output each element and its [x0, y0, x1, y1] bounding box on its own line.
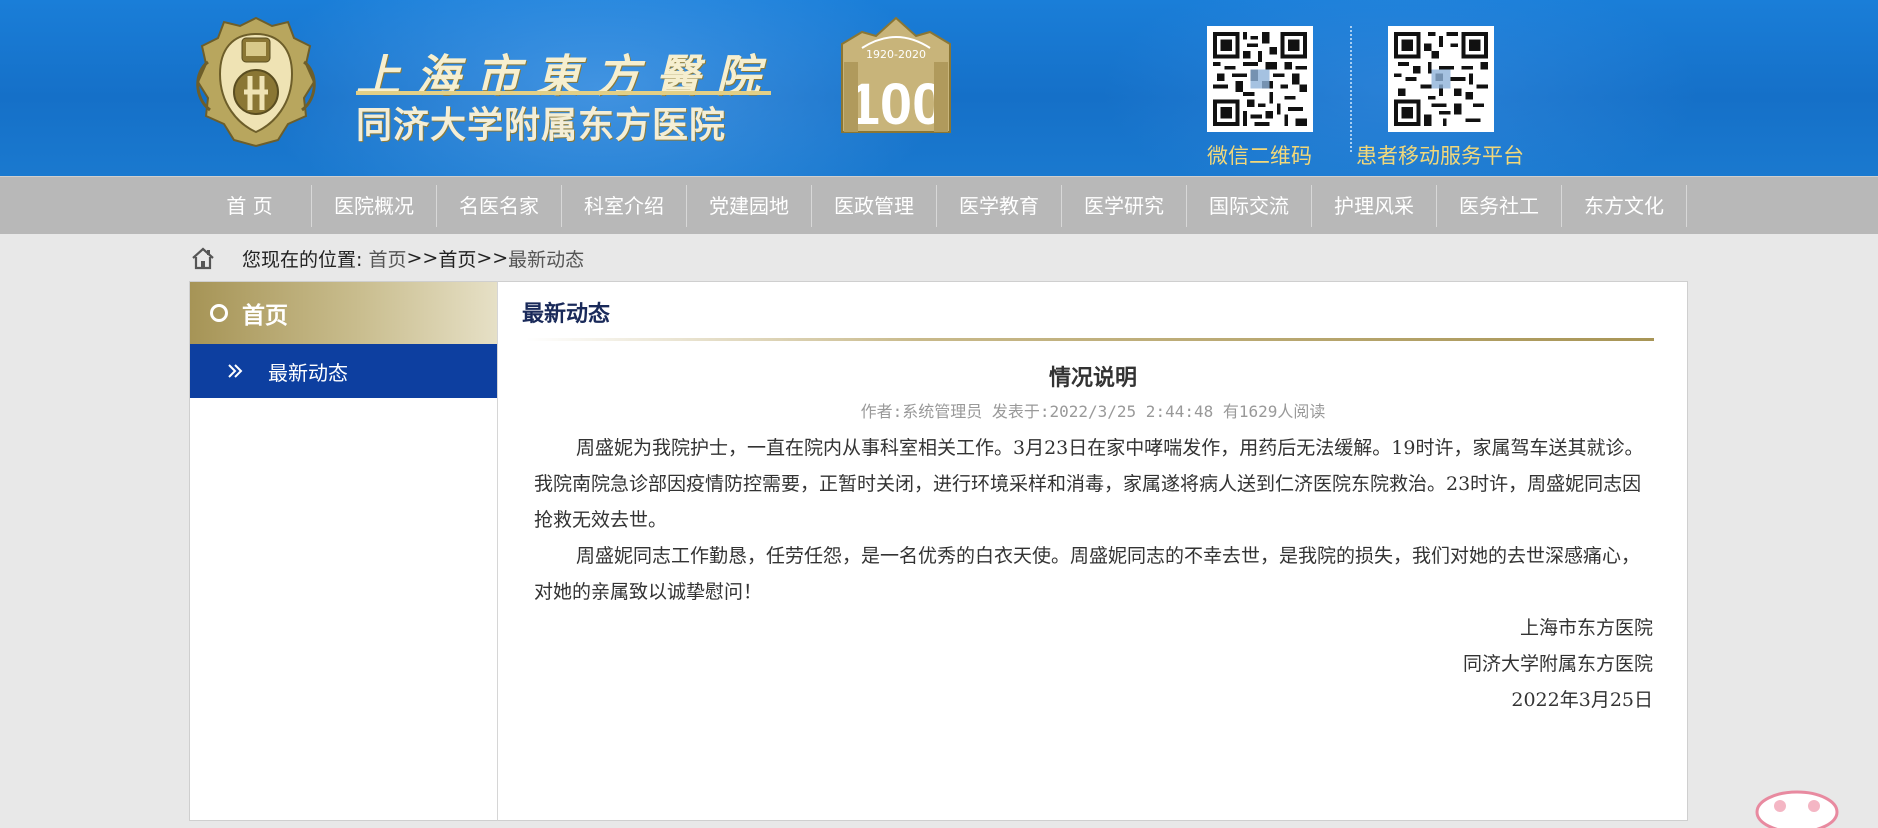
- sidebar-item-latest-news[interactable]: 最新动态: [190, 344, 497, 398]
- section-divider: [526, 338, 1654, 341]
- nav-item-medical-education[interactable]: 医学教育: [937, 185, 1062, 227]
- nav-item-dongfang-culture[interactable]: 东方文化: [1562, 185, 1687, 227]
- main-navigation-bar: 首 页 医院概况 名医名家 科室介绍 党建园地 医政管理 医学教育 医学研究 国…: [0, 176, 1878, 234]
- floating-widget-icon[interactable]: [1752, 788, 1842, 828]
- article-paragraph: 周盛妮同志工作勤恳，任劳任怨，是一名优秀的白衣天使。周盛妮同志的不幸去世，是我院…: [534, 545, 1641, 603]
- nav-item-medical-administration[interactable]: 医政管理: [812, 185, 937, 227]
- article-title: 情况说明: [1048, 365, 1137, 391]
- breadcrumb-separator: >>: [476, 247, 509, 269]
- breadcrumb: 您现在的位置: 首页 >> 首页 >> 最新动态: [190, 244, 584, 272]
- hospital-emblem-logo[interactable]: [188, 12, 324, 152]
- breadcrumb-separator: >>: [406, 247, 439, 269]
- sidebar-heading-label: 首页: [242, 303, 288, 329]
- hospital-name-affiliation: 同济大学附属东方医院: [356, 104, 727, 145]
- breadcrumb-prefix: 您现在的位置:: [242, 248, 363, 271]
- double-chevron-right-icon: [228, 364, 243, 378]
- nav-item-international-exchange[interactable]: 国际交流: [1187, 185, 1312, 227]
- article-panel: 最新动态 情况说明 作者:系统管理员 发表于:2022/3/25 2:44:48…: [498, 281, 1688, 821]
- patient-service-qr-label: 患者移动服务平台: [1356, 144, 1524, 168]
- sidebar-item-label: 最新动态: [268, 360, 348, 385]
- centennial-years: 1920-2020: [866, 48, 926, 61]
- nav-item-hospital-overview[interactable]: 医院概况: [312, 185, 437, 227]
- signature-date: 2022年3月25日: [1511, 689, 1653, 711]
- sidebar-heading: 首页: [190, 282, 497, 344]
- centennial-badge: 1920-2020 100: [841, 16, 951, 134]
- main-nav: 首 页 医院概况 名医名家 科室介绍 党建园地 医政管理 医学教育 医学研究 国…: [188, 185, 1687, 227]
- sidebar: 首页 最新动态: [189, 281, 498, 821]
- nav-item-medical-research[interactable]: 医学研究: [1062, 185, 1187, 227]
- nav-item-nursing[interactable]: 护理风采: [1312, 185, 1437, 227]
- nav-item-home[interactable]: 首 页: [188, 185, 312, 227]
- breadcrumb-level-1[interactable]: 首页: [438, 245, 476, 272]
- home-icon: [192, 247, 214, 270]
- site-header: 上海市東方醫院 同济大学附属东方医院 1920-2020 100 微信二维码 患…: [0, 0, 1878, 176]
- qr-divider: [1350, 26, 1352, 152]
- article-meta: 作者:系统管理员 发表于:2022/3/25 2:44:48 有1629人阅读: [860, 402, 1326, 421]
- wechat-qr-label: 微信二维码: [1207, 144, 1312, 168]
- section-title: 最新动态: [522, 302, 611, 327]
- patient-service-qr-code: [1388, 26, 1494, 132]
- article-paragraph: 周盛妮为我院护士，一直在院内从事科室相关工作。3月23日在家中哮喘发作，用药后无…: [534, 437, 1644, 531]
- breadcrumb-current[interactable]: 最新动态: [508, 245, 584, 272]
- nav-item-famous-doctors[interactable]: 名医名家: [437, 185, 562, 227]
- hospital-name-divider: [356, 91, 771, 95]
- article-body: 周盛妮为我院护士，一直在院内从事科室相关工作。3月23日在家中哮喘发作，用药后无…: [534, 430, 1654, 610]
- nav-item-departments[interactable]: 科室介绍: [562, 185, 687, 227]
- signature-line: 同济大学附属东方医院: [1462, 653, 1653, 675]
- circle-icon: [210, 304, 228, 322]
- signature-line: 上海市东方医院: [1519, 617, 1653, 639]
- wechat-qr-code: [1207, 26, 1313, 132]
- centennial-number: 100: [848, 72, 945, 134]
- breadcrumb-home-link[interactable]: 首页: [368, 245, 406, 272]
- article-signature: 上海市东方医院 同济大学附属东方医院 2022年3月25日: [1463, 610, 1653, 718]
- nav-item-party-building[interactable]: 党建园地: [687, 185, 812, 227]
- nav-item-social-work[interactable]: 医务社工: [1437, 185, 1562, 227]
